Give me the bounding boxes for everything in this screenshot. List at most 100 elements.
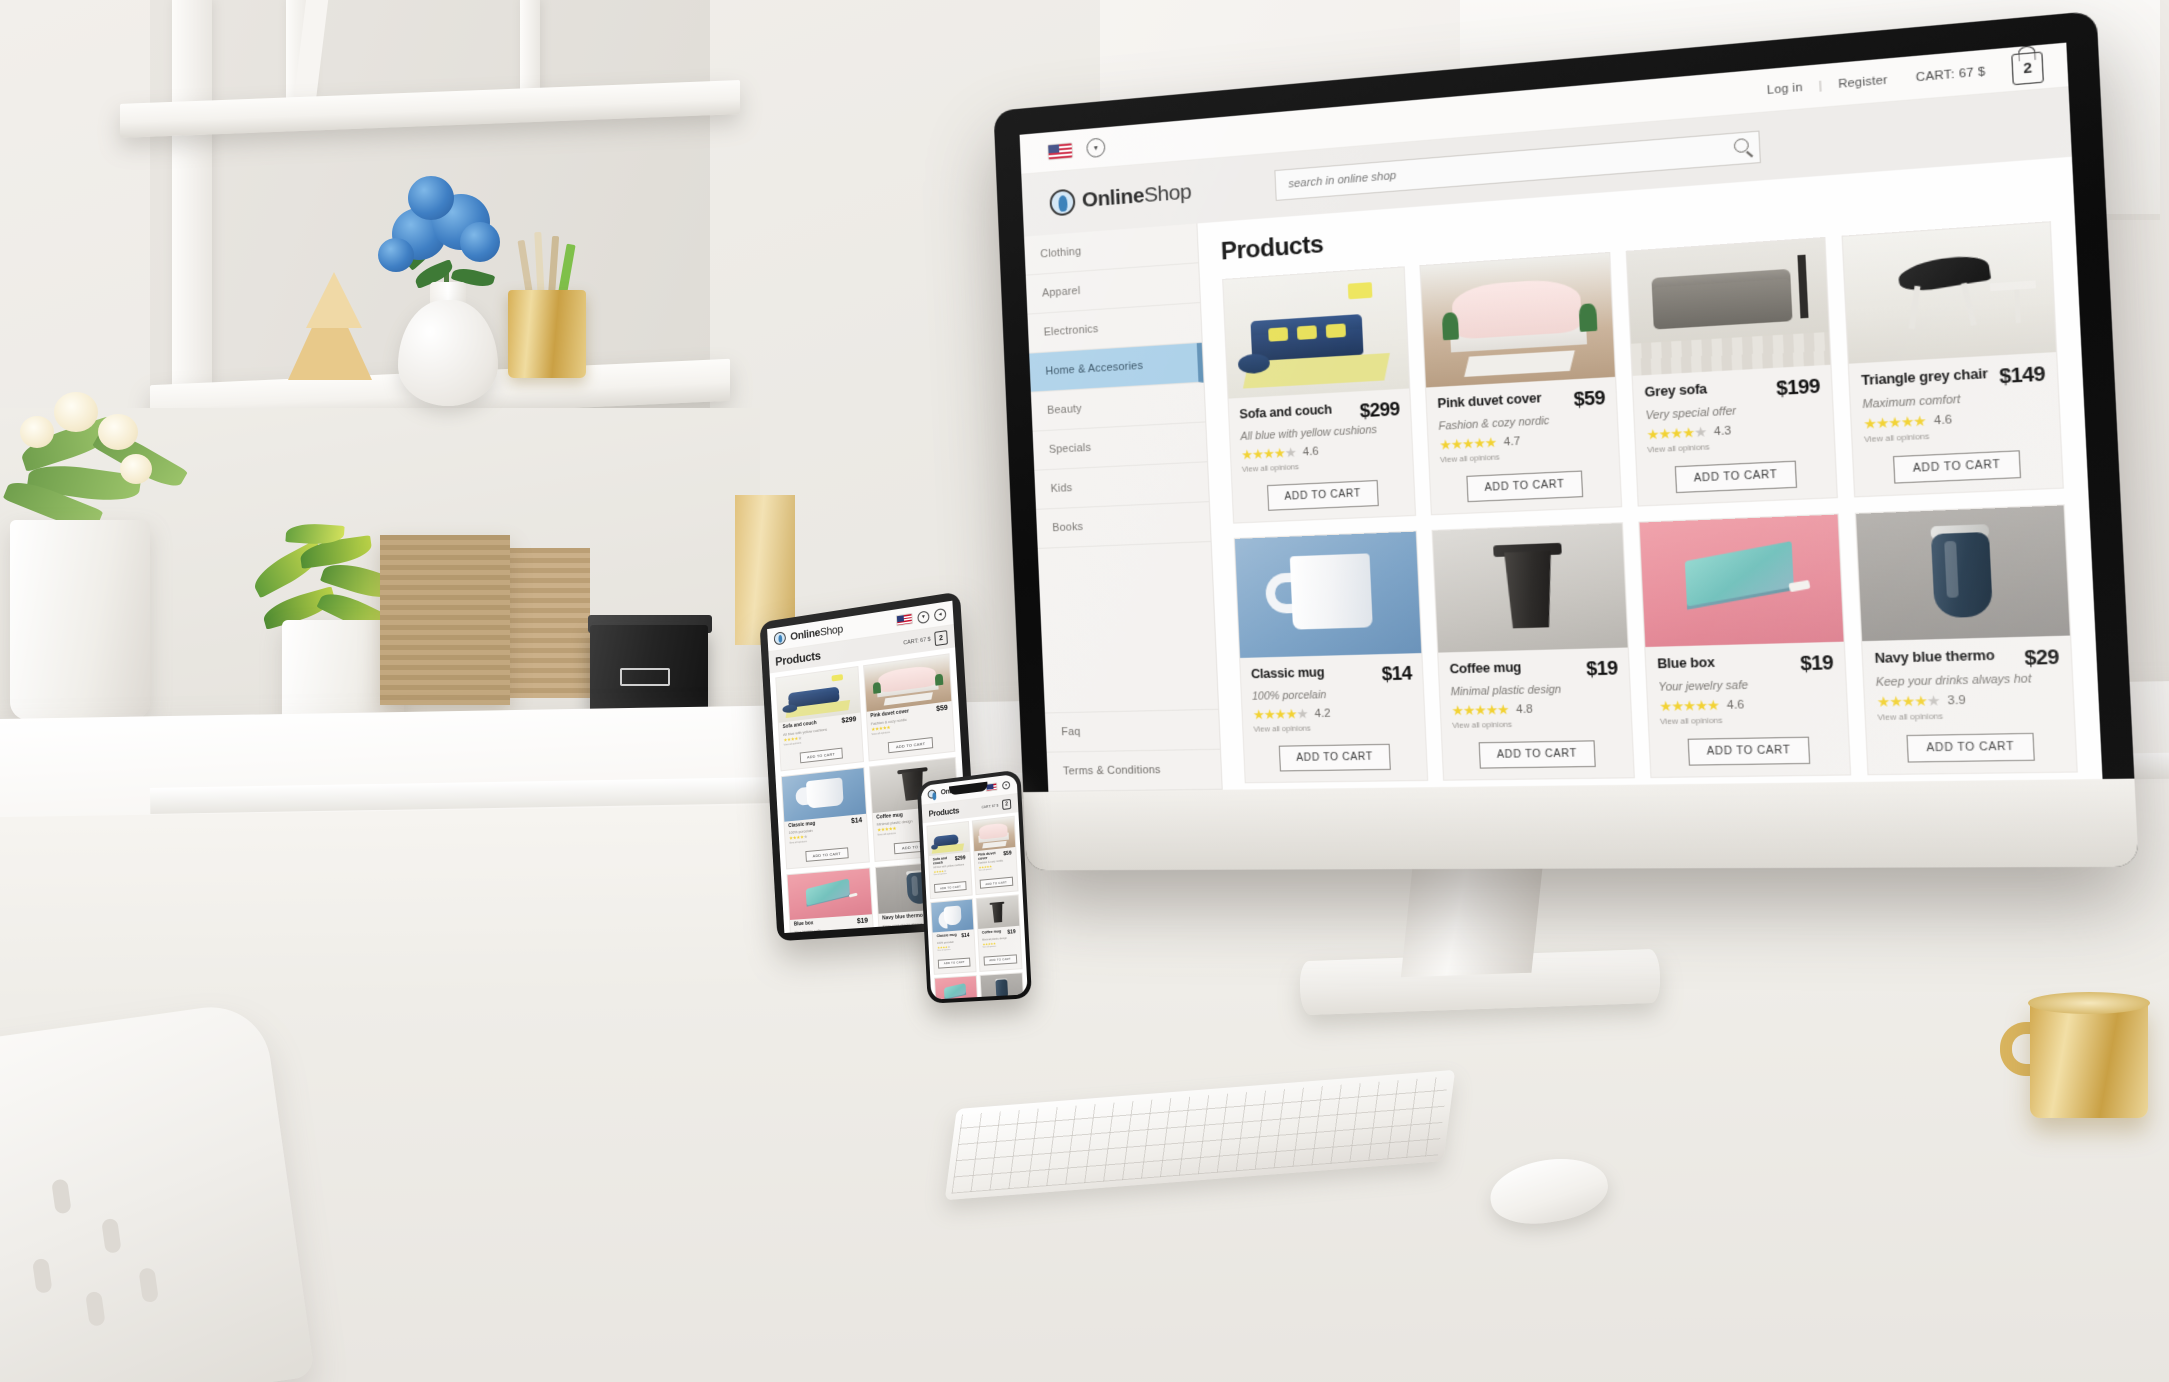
product-card[interactable]: Coffee mug $19 Minimal plastic design ★★… bbox=[1431, 522, 1635, 781]
desktop-screen: ▾ Log in | Register CART: 67 $ 2 OnlineS… bbox=[1019, 42, 2103, 792]
logo-primary: Online bbox=[789, 626, 821, 643]
product-price: $299 bbox=[954, 855, 966, 863]
product-price: $199 bbox=[1775, 375, 1821, 400]
site-logo[interactable]: OnlineShop bbox=[1049, 174, 1249, 217]
add-to-cart-button[interactable]: ADD TO CART bbox=[1465, 470, 1584, 503]
product-price: $14 bbox=[961, 933, 970, 940]
product-card[interactable]: Sofa and couch $299 All blue with yellow … bbox=[775, 666, 864, 771]
product-name: Blue box bbox=[793, 920, 814, 928]
add-to-cart-button[interactable]: ADD TO CART bbox=[937, 957, 971, 969]
add-to-cart-container: ADD TO CART bbox=[1244, 731, 1427, 772]
product-image bbox=[931, 899, 973, 933]
triangle-chair-illustration bbox=[1842, 222, 2056, 364]
product-price: $19 bbox=[1799, 651, 1834, 675]
tablet-cart[interactable]: CART: 67 $ 2 bbox=[903, 630, 948, 650]
tablet-page-title: Products bbox=[774, 648, 821, 669]
chevron-down-icon[interactable]: ▾ bbox=[917, 609, 930, 624]
sidebar-item-terms[interactable]: Terms & Conditions bbox=[1046, 749, 1222, 792]
add-to-cart-button[interactable]: ADD TO CART bbox=[1478, 740, 1597, 769]
product-image bbox=[976, 895, 1020, 930]
product-card[interactable]: Classic mug $14 100% porcelain ★★★★★ 4.2… bbox=[1233, 530, 1429, 784]
product-price: $59 bbox=[1573, 387, 1606, 411]
product-rating: ★★★★★ 4.6 bbox=[1659, 696, 1835, 714]
add-to-cart-button[interactable]: ADD TO CART bbox=[934, 881, 967, 894]
monitor-chin bbox=[1023, 778, 2139, 871]
add-to-cart-button[interactable]: ADD TO CART bbox=[1892, 450, 2022, 484]
star-rating-icon: ★★★★★ bbox=[1862, 412, 1927, 433]
add-to-cart-button[interactable]: ADD TO CART bbox=[1687, 736, 1811, 766]
rating-value: 4.2 bbox=[1314, 706, 1331, 720]
product-image bbox=[1432, 523, 1628, 653]
chevron-left-icon[interactable]: ◂ bbox=[933, 607, 947, 622]
product-card[interactable]: Pink duvet cover $59 Fashion & cozy nordi… bbox=[862, 653, 956, 762]
product-price: $299 bbox=[1359, 398, 1401, 422]
chevron-down-icon[interactable]: ▾ bbox=[1001, 780, 1011, 790]
add-to-cart-button[interactable]: ADD TO CART bbox=[1278, 743, 1392, 772]
product-info: Classic mug $14 100% porcelain ★★★★★ View… bbox=[933, 930, 974, 956]
product-name: Coffee mug bbox=[981, 929, 1002, 936]
register-link[interactable]: Register bbox=[1838, 73, 1888, 90]
add-to-cart-button[interactable]: ADD TO CART bbox=[1266, 479, 1380, 511]
product-card[interactable]: Pink duvet cover $59 Fashion & cozy nordi… bbox=[971, 815, 1019, 896]
product-card[interactable]: Classic mug $14 100% porcelain ★★★★★ View… bbox=[930, 898, 977, 975]
product-info: Triangle grey chair $149 Maximum comfort… bbox=[1849, 352, 2060, 445]
product-name-price-row: Navy blue thermo $29 bbox=[1874, 646, 2059, 674]
sofa-illustration bbox=[1223, 267, 1410, 399]
product-price: $59 bbox=[935, 704, 948, 714]
product-name-price-row: Coffee mug $19 bbox=[1449, 657, 1618, 683]
phone-website: OnlineShop ▾ Products CART: 67 $ 2 bbox=[920, 773, 1028, 1000]
product-card[interactable]: Coffee mug$19 Minimal plastic design ★★★… bbox=[975, 894, 1023, 972]
login-link[interactable]: Log in bbox=[1767, 81, 1803, 97]
product-card[interactable]: Sofa and couch $299 All blue with yellow … bbox=[926, 820, 973, 900]
shopping-bag-icon[interactable]: 2 bbox=[934, 630, 948, 647]
product-subtitle: 100% porcelain bbox=[1251, 688, 1327, 703]
product-card[interactable]: Classic mug $14 100% porcelain ★★★★★ View… bbox=[780, 766, 870, 870]
add-to-cart-button[interactable]: ADD TO CART bbox=[979, 877, 1014, 890]
product-info: Sofa and couch $299 All blue with yellow… bbox=[1229, 388, 1413, 474]
product-rating: ★★★★★ 3.9 bbox=[1876, 691, 2061, 710]
rating-value: 4.7 bbox=[1503, 434, 1521, 449]
add-to-cart-button[interactable]: ADD TO CART bbox=[799, 747, 843, 763]
shelf-post bbox=[520, 0, 540, 96]
cart-total-label: CART: 67 $ bbox=[903, 636, 931, 647]
online-shop-website: ▾ Log in | Register CART: 67 $ 2 OnlineS… bbox=[1019, 42, 2103, 792]
thermo-illustration bbox=[1856, 505, 2070, 642]
product-card[interactable]: Blue box $19 Your jewelry safe ★★★★★ 4.6… bbox=[1638, 513, 1852, 779]
product-info: Grey sofa $199 Very special offer ★★★★★ … bbox=[1633, 365, 1835, 455]
product-image bbox=[1420, 253, 1615, 388]
product-price: $149 bbox=[1998, 362, 2046, 388]
add-to-cart-button[interactable]: ADD TO CART bbox=[887, 736, 934, 753]
us-flag-icon[interactable] bbox=[895, 612, 913, 627]
sidebar-item-faq[interactable]: Faq bbox=[1044, 708, 1220, 753]
product-card[interactable]: Navy blue thermo $29 Keep your drinks al… bbox=[1854, 504, 2078, 776]
sidebar-item-books[interactable]: Books bbox=[1036, 502, 1211, 549]
product-name: Coffee mug bbox=[1449, 659, 1522, 677]
product-card[interactable]: Blue box$19 Your jewelry safe ★★★★★ View… bbox=[933, 975, 981, 1000]
add-to-cart-button[interactable]: ADD TO CART bbox=[983, 954, 1018, 966]
phone-cart[interactable]: CART: 67 $ 2 bbox=[981, 798, 1012, 813]
wicker-basket bbox=[380, 535, 510, 705]
rating-value: 3.9 bbox=[1947, 693, 1966, 708]
star-rating-icon: ★★★★★ bbox=[1252, 705, 1308, 723]
product-price: $19 bbox=[1585, 657, 1619, 680]
product-card[interactable]: Sofa and couch $299 All blue with yellow… bbox=[1222, 266, 1417, 524]
shopping-bag-icon[interactable]: 2 bbox=[1001, 798, 1012, 810]
product-card[interactable]: Grey sofa $199 Very special offer ★★★★★ … bbox=[1625, 236, 1838, 507]
add-to-cart-button[interactable]: ADD TO CART bbox=[805, 847, 849, 862]
search-icon[interactable] bbox=[1733, 137, 1750, 154]
product-grid: Sofa and couch $299 All blue with yellow… bbox=[1222, 221, 2078, 784]
product-card[interactable]: Blue box$19 Your jewelry safe ★★★★★ View… bbox=[786, 867, 876, 934]
product-name: Sofa and couch bbox=[1239, 402, 1333, 422]
add-to-cart-button[interactable]: ADD TO CART bbox=[1905, 732, 2036, 763]
us-flag-icon[interactable] bbox=[1047, 141, 1074, 160]
chevron-down-icon[interactable]: ▾ bbox=[1086, 137, 1106, 159]
product-name: Classic mug bbox=[936, 933, 957, 939]
product-card[interactable]: Triangle grey chair $149 Maximum comfort… bbox=[1841, 221, 2064, 498]
add-to-cart-button[interactable]: ADD TO CART bbox=[1674, 460, 1798, 494]
cart-total-label: CART: 67 $ bbox=[981, 803, 999, 810]
tablet-logo-text: OnlineShop bbox=[790, 623, 843, 643]
shopping-bag-icon[interactable]: 2 bbox=[2011, 50, 2044, 85]
add-to-cart-container: ADD TO CART bbox=[1853, 435, 2062, 485]
product-card[interactable]: Pink duvet cover $59 Fashion & cozy nord… bbox=[1419, 251, 1623, 516]
